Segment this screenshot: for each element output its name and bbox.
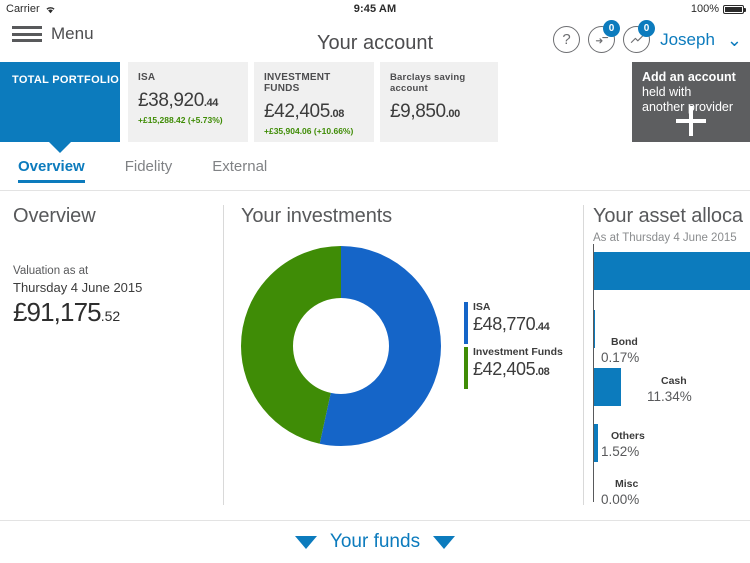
- app-root: Carrier 9:45 AM 100% Menu Your account ?…: [0, 0, 750, 563]
- bar-equity: [594, 252, 750, 290]
- account-change: +£35,904.06 (+10.66%): [264, 126, 354, 136]
- asset-allocation-bar-chart: Bond 0.17% Cash 11.34% Others 1.52% Misc…: [593, 244, 750, 507]
- bar-value-cash: 11.34%: [647, 389, 692, 404]
- total-portfolio-tile[interactable]: TOTAL PORTFOLIO: [0, 62, 120, 153]
- account-card-barclays-saving[interactable]: Barclays saving account £9,850.00: [380, 62, 498, 142]
- tab-overview[interactable]: Overview: [18, 158, 107, 183]
- valuation-date: Thursday 4 June 2015: [13, 280, 143, 295]
- legend-item-investment-funds: Investment Funds £42,405.08: [464, 346, 563, 389]
- bar-others: [594, 424, 598, 462]
- activity-icon[interactable]: 0: [623, 20, 656, 53]
- legend-value: £42,405.08: [473, 359, 550, 379]
- account-card-isa[interactable]: ISA £38,920.44 +£15,288.42 (+5.73%): [128, 62, 248, 142]
- account-name: ISA: [138, 72, 156, 83]
- accounts-strip: TOTAL PORTFOLIO ISA £38,920.44 +£15,288.…: [0, 62, 750, 153]
- battery-icon: [723, 4, 746, 14]
- triangle-down-icon-left: [294, 535, 317, 549]
- investments-panel: Your investments ISA £48,770.44 Investme…: [224, 191, 584, 520]
- plus-icon: [672, 102, 710, 140]
- add-account-line1: Add an account: [642, 70, 736, 84]
- your-funds-bar[interactable]: Your funds: [0, 521, 750, 563]
- chevron-down-icon[interactable]: ⌄: [727, 31, 742, 49]
- dashboard-panels: Overview Valuation as at Thursday 4 June…: [0, 191, 750, 520]
- account-value: £38,920.44: [138, 90, 218, 111]
- bar-label-bond: Bond: [611, 336, 638, 348]
- add-account-line2: held with: [642, 85, 692, 99]
- status-bar: Carrier 9:45 AM 100%: [0, 0, 750, 18]
- bar-value-bond: 0.17%: [601, 350, 640, 365]
- account-value: £9,850.00: [390, 101, 460, 122]
- messages-icon[interactable]: 0: [588, 20, 621, 53]
- legend-item-isa: ISA £48,770.44: [464, 301, 563, 344]
- overview-panel: Overview Valuation as at Thursday 4 June…: [0, 191, 224, 520]
- account-name: Barclays saving account: [390, 72, 466, 94]
- account-change: +£15,288.42 (+5.73%): [138, 115, 223, 125]
- allocation-title: Your asset alloca: [593, 205, 743, 227]
- investments-donut-chart: [241, 246, 441, 446]
- account-value: £42,405.08: [264, 101, 344, 122]
- account-card-investment-funds[interactable]: INVESTMENT FUNDS £42,405.08 +£35,904.06 …: [254, 62, 374, 142]
- allocation-subtitle: As at Thursday 4 June 2015: [593, 232, 737, 244]
- legend-label: ISA: [473, 301, 491, 313]
- add-account-tile[interactable]: Add an account held with another provide…: [632, 62, 750, 142]
- bar-bond: [594, 310, 595, 348]
- triangle-down-icon-right: [433, 535, 456, 549]
- bar-label-cash: Cash: [661, 375, 687, 387]
- overview-title: Overview: [13, 205, 96, 227]
- your-funds-label: Your funds: [329, 531, 421, 552]
- tab-external[interactable]: External: [212, 158, 289, 183]
- user-menu-label[interactable]: Joseph: [660, 30, 715, 50]
- tab-bar: Overview Fidelity External: [0, 158, 750, 190]
- bar-label-misc: Misc: [615, 478, 639, 490]
- bar-value-others: 1.52%: [601, 444, 640, 459]
- top-navigation-bar: Menu Your account ? 0 0 Joseph ⌄: [0, 18, 750, 62]
- bar-label-others: Others: [611, 430, 645, 442]
- top-nav-actions: ? 0 0 Joseph ⌄: [553, 20, 742, 53]
- total-portfolio-label: TOTAL PORTFOLIO: [12, 74, 120, 86]
- messages-badge: 0: [603, 20, 621, 37]
- asset-allocation-panel: Your asset alloca As at Thursday 4 June …: [584, 191, 750, 520]
- investments-title: Your investments: [241, 205, 393, 227]
- tab-fidelity[interactable]: Fidelity: [125, 158, 195, 183]
- help-icon[interactable]: ?: [553, 26, 581, 53]
- status-bar-time: 9:45 AM: [353, 3, 397, 15]
- account-name: INVESTMENT FUNDS: [264, 72, 331, 94]
- legend-label: Investment Funds: [473, 346, 563, 358]
- bar-cash: [594, 368, 621, 406]
- valuation-amount: £91,175.52: [13, 297, 121, 327]
- battery-percent-label: 100%: [690, 3, 719, 15]
- activity-badge: 0: [638, 20, 656, 37]
- bar-value-misc: 0.00%: [601, 492, 640, 507]
- legend-value: £48,770.44: [473, 314, 550, 334]
- investments-legend: ISA £48,770.44 Investment Funds £42,405.…: [464, 301, 563, 391]
- donut-svg: [241, 246, 441, 446]
- status-bar-right: 100%: [690, 3, 746, 15]
- selected-tile-notch: [49, 142, 71, 153]
- account-cards: ISA £38,920.44 +£15,288.42 (+5.73%) INVE…: [128, 62, 498, 142]
- valuation-label: Valuation as at: [13, 265, 89, 277]
